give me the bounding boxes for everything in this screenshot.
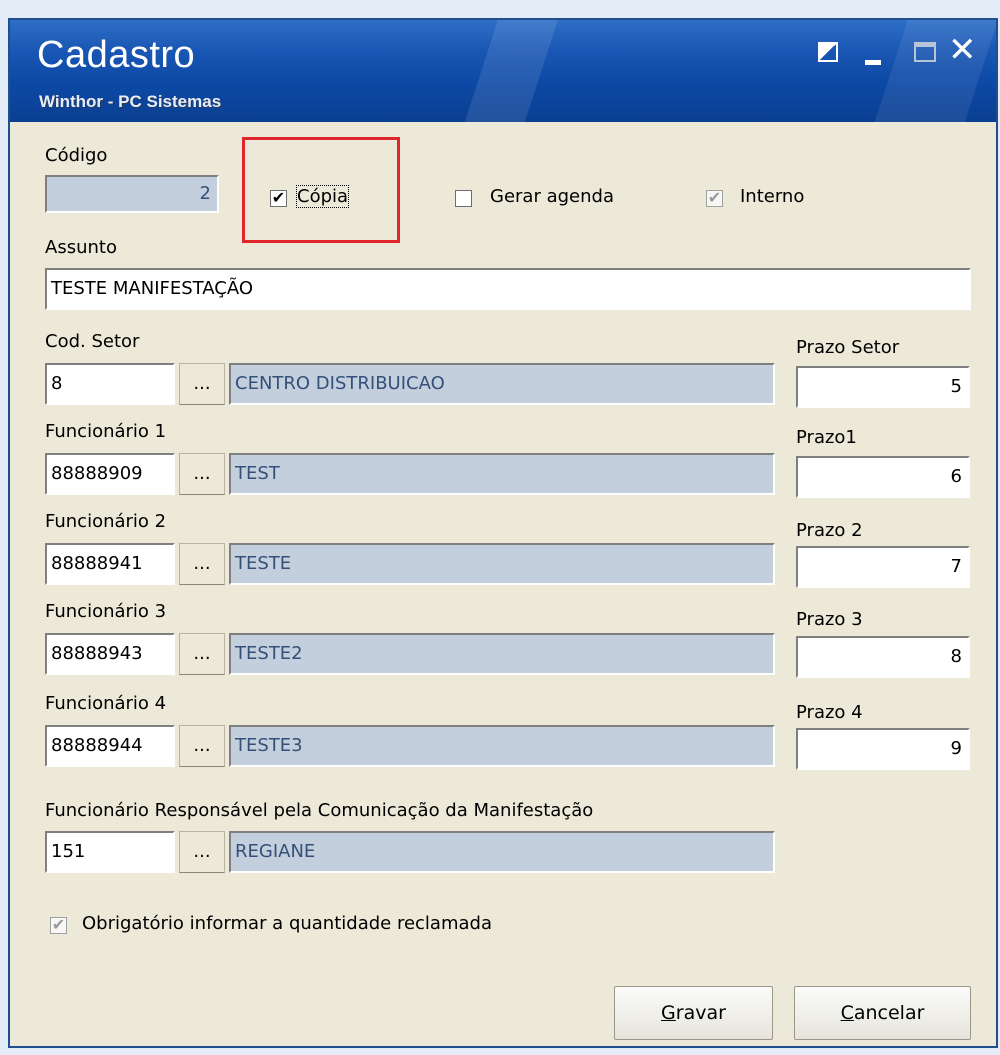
titlebar-decoration: [458, 20, 562, 122]
interno-checkbox: ✔: [706, 188, 723, 207]
cod-setor-input[interactable]: 8: [45, 363, 175, 405]
prazo-4-input[interactable]: 9: [796, 728, 970, 770]
title-bar[interactable]: Cadastro Winthor - PC Sistemas ✕: [10, 20, 996, 122]
responsavel-label: Funcionário Responsável pela Comunicação…: [45, 800, 594, 821]
copia-label[interactable]: Cópia: [295, 185, 350, 208]
funcionario-3-input[interactable]: 88888943: [45, 633, 175, 675]
prazo-1-input[interactable]: 6: [796, 456, 970, 498]
prazo-2-label: Prazo 2: [796, 520, 863, 541]
funcionario-1-lookup-button[interactable]: ...: [179, 453, 225, 495]
assunto-label: Assunto: [45, 237, 117, 258]
funcionario-3-lookup-button[interactable]: ...: [179, 633, 225, 675]
window-title: Cadastro: [37, 34, 196, 76]
prazo-setor-input[interactable]: 5: [796, 366, 970, 408]
interno-label: Interno: [740, 186, 805, 207]
funcionario-4-name-field: TESTE3: [229, 725, 775, 767]
funcionario-4-label: Funcionário 4: [45, 693, 167, 714]
copia-checkbox[interactable]: ✔: [270, 190, 287, 207]
funcionario-4-lookup-button[interactable]: ...: [179, 725, 225, 767]
maximize-icon[interactable]: [914, 42, 936, 62]
obrigatorio-label: Obrigatório informar a quantidade reclam…: [82, 913, 492, 934]
gerar-agenda-label[interactable]: Gerar agenda: [490, 186, 614, 207]
funcionario-3-label: Funcionário 3: [45, 601, 167, 622]
codigo-label: Código: [45, 145, 108, 166]
setor-name-field: CENTRO DISTRIBUICAO: [229, 363, 775, 405]
funcionario-1-input[interactable]: 88888909: [45, 453, 175, 495]
responsavel-input[interactable]: 151: [45, 831, 175, 873]
prazo-3-label: Prazo 3: [796, 609, 863, 630]
prazo-setor-label: Prazo Setor: [796, 337, 900, 358]
funcionario-2-label: Funcionário 2: [45, 511, 167, 532]
codigo-field: 2: [45, 175, 219, 213]
cancelar-button[interactable]: Cancelar: [794, 986, 971, 1040]
cod-setor-lookup-button[interactable]: ...: [179, 363, 225, 405]
assunto-input[interactable]: TESTE MANIFESTAÇÃO: [45, 268, 971, 310]
funcionario-1-label: Funcionário 1: [45, 421, 167, 442]
window-subtitle: Winthor - PC Sistemas: [39, 92, 222, 111]
funcionario-4-input[interactable]: 88888944: [45, 725, 175, 767]
prazo-2-input[interactable]: 7: [796, 546, 970, 588]
funcionario-2-input[interactable]: 88888941: [45, 543, 175, 585]
cod-setor-label: Cod. Setor: [45, 331, 140, 352]
funcionario-3-name-field: TESTE2: [229, 633, 775, 675]
prazo-1-label: Prazo1: [796, 427, 857, 448]
obrigatorio-checkbox: ✔: [50, 915, 67, 934]
funcionario-1-name-field: TEST: [229, 453, 775, 495]
titlebar-decoration: [868, 20, 996, 122]
funcionario-2-lookup-button[interactable]: ...: [179, 543, 225, 585]
close-icon[interactable]: ✕: [948, 30, 977, 70]
funcionario-2-name-field: TESTE: [229, 543, 775, 585]
gerar-agenda-checkbox[interactable]: [455, 190, 472, 207]
prazo-4-label: Prazo 4: [796, 702, 863, 723]
prazo-3-input[interactable]: 8: [796, 636, 970, 678]
minimize-icon[interactable]: [865, 60, 881, 65]
responsavel-lookup-button[interactable]: ...: [179, 831, 225, 873]
responsavel-name-field: REGIANE: [229, 831, 775, 873]
gravar-button[interactable]: Gravar: [614, 986, 773, 1040]
edit-icon[interactable]: [818, 42, 838, 62]
